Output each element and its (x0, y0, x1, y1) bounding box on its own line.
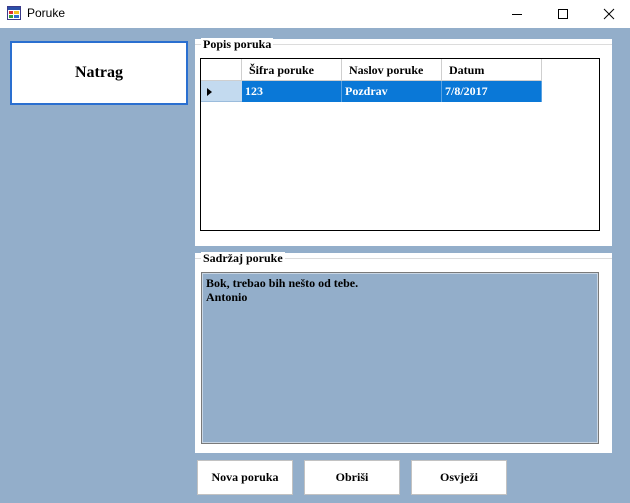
title-bar: Poruke (0, 0, 630, 28)
column-header[interactable]: Datum (442, 59, 542, 81)
column-header[interactable]: Šifra poruke (242, 59, 342, 81)
refresh-button[interactable]: Osvježi (411, 460, 507, 495)
new-message-button[interactable]: Nova poruka (197, 460, 293, 495)
app-icon (7, 6, 21, 20)
maximize-icon (558, 9, 568, 19)
message-content-textbox[interactable]: Bok, trebao bih nešto od tebe. Antonio (201, 272, 599, 444)
back-button[interactable]: Natrag (10, 41, 188, 105)
close-button[interactable] (586, 0, 630, 28)
table-cell[interactable]: 123 (242, 81, 342, 102)
message-list-group: Popis poruka Šifra poruke Naslov poruke … (195, 37, 612, 246)
message-list-title: Popis poruka (201, 37, 274, 51)
message-content-title: Sadržaj poruke (201, 251, 285, 265)
row-header-corner (201, 59, 242, 81)
message-content-group: Sadržaj poruke Bok, trebao bih nešto od … (195, 251, 612, 453)
column-header[interactable]: Naslov poruke (342, 59, 442, 81)
form-client-area: Natrag Popis poruka Šifra poruke Naslov … (0, 28, 630, 503)
current-row-arrow-icon (207, 88, 212, 96)
messages-grid[interactable]: Šifra poruke Naslov poruke Datum 123 Poz… (200, 58, 600, 231)
close-icon (603, 8, 615, 20)
row-selector[interactable] (201, 81, 242, 102)
table-cell[interactable]: 7/8/2017 (442, 81, 542, 102)
delete-button[interactable]: Obriši (304, 460, 400, 495)
table-cell[interactable]: Pozdrav (342, 81, 442, 102)
maximize-button[interactable] (540, 0, 586, 28)
minimize-icon (512, 14, 522, 15)
minimize-button[interactable] (494, 0, 540, 28)
window-title: Poruke (27, 6, 66, 20)
